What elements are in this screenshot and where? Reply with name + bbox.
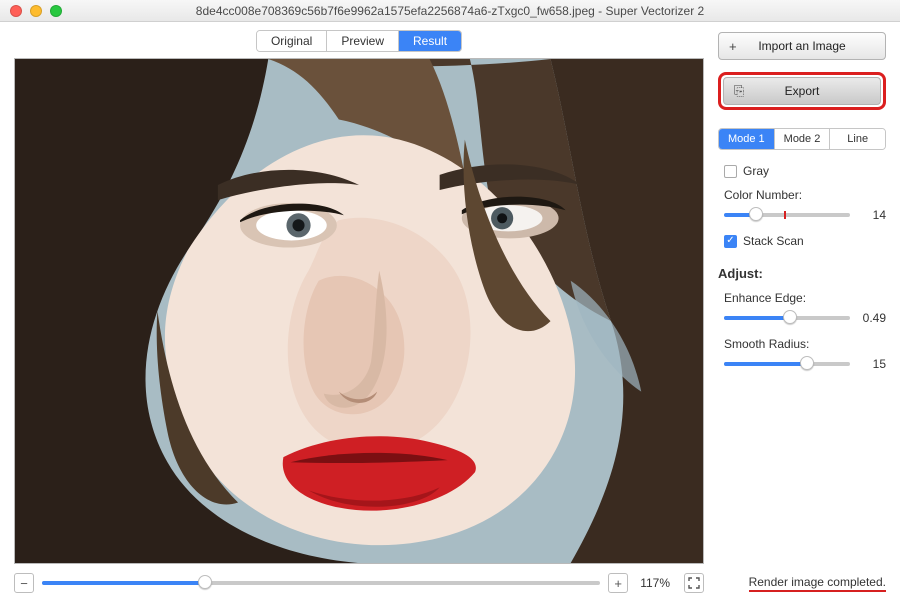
enhance-edge-slider[interactable]	[724, 316, 850, 320]
mode-1-tab[interactable]: Mode 1	[719, 129, 775, 149]
plus-icon: +	[729, 39, 737, 54]
status-text: Render image completed.	[749, 575, 886, 592]
enhance-edge-label: Enhance Edge:	[724, 291, 886, 305]
view-tabs-row: Original Preview Result	[14, 30, 704, 52]
zoom-out-button[interactable]: −	[14, 573, 34, 593]
stack-scan-checkbox[interactable]	[724, 235, 737, 248]
tab-original[interactable]: Original	[257, 31, 327, 51]
view-tabs: Original Preview Result	[256, 30, 462, 52]
tab-result[interactable]: Result	[399, 31, 461, 51]
stack-scan-option: Stack Scan	[724, 234, 886, 248]
import-image-button[interactable]: + Import an Image	[718, 32, 886, 60]
fullscreen-window-button[interactable]	[50, 5, 62, 17]
color-number-label: Color Number:	[724, 188, 886, 202]
export-highlight: ⎘ Export	[718, 72, 886, 110]
fit-to-screen-button[interactable]	[684, 573, 704, 593]
mode-2-tab[interactable]: Mode 2	[775, 129, 831, 149]
stack-scan-label: Stack Scan	[743, 234, 804, 248]
smooth-radius-label: Smooth Radius:	[724, 337, 886, 351]
left-pane: Original Preview Result	[0, 22, 710, 600]
export-label: Export	[785, 84, 820, 98]
color-number-row: 14	[724, 208, 886, 222]
zoom-slider[interactable]	[42, 581, 600, 585]
zoom-value: 117%	[640, 576, 670, 590]
fit-icon	[688, 577, 700, 589]
export-icon: ⎘	[734, 83, 744, 99]
window-controls	[0, 5, 62, 17]
color-slider-marker	[784, 211, 786, 219]
vectorized-portrait	[15, 59, 703, 563]
window-title: 8de4cc008e708369c56b7f6e9962a1575efa2256…	[0, 4, 900, 18]
gray-option: Gray	[724, 164, 886, 178]
gray-checkbox[interactable]	[724, 165, 737, 178]
close-window-button[interactable]	[10, 5, 22, 17]
mode-tabs: Mode 1 Mode 2 Line	[718, 128, 886, 150]
content-area: Original Preview Result	[0, 22, 900, 600]
color-number-value: 14	[858, 208, 886, 222]
color-number-slider[interactable]	[724, 213, 850, 217]
zoom-bar: − + 117%	[14, 572, 704, 594]
import-label: Import an Image	[758, 39, 845, 53]
smooth-radius-slider[interactable]	[724, 362, 850, 366]
tab-preview[interactable]: Preview	[327, 31, 399, 51]
canvas[interactable]	[14, 58, 704, 564]
app-window: 8de4cc008e708369c56b7f6e9962a1575efa2256…	[0, 0, 900, 600]
export-button[interactable]: ⎘ Export	[723, 77, 881, 105]
smooth-radius-value: 15	[858, 357, 886, 371]
gray-label: Gray	[743, 164, 769, 178]
zoom-in-button[interactable]: +	[608, 573, 628, 593]
titlebar: 8de4cc008e708369c56b7f6e9962a1575efa2256…	[0, 0, 900, 22]
enhance-edge-row: 0.49	[724, 311, 886, 325]
mode-line-tab[interactable]: Line	[830, 129, 885, 149]
minimize-window-button[interactable]	[30, 5, 42, 17]
adjust-header: Adjust:	[718, 266, 886, 281]
sidebar: + Import an Image ⎘ Export Mode 1 Mode 2…	[710, 22, 900, 600]
smooth-radius-row: 15	[724, 357, 886, 371]
enhance-edge-value: 0.49	[858, 311, 886, 325]
